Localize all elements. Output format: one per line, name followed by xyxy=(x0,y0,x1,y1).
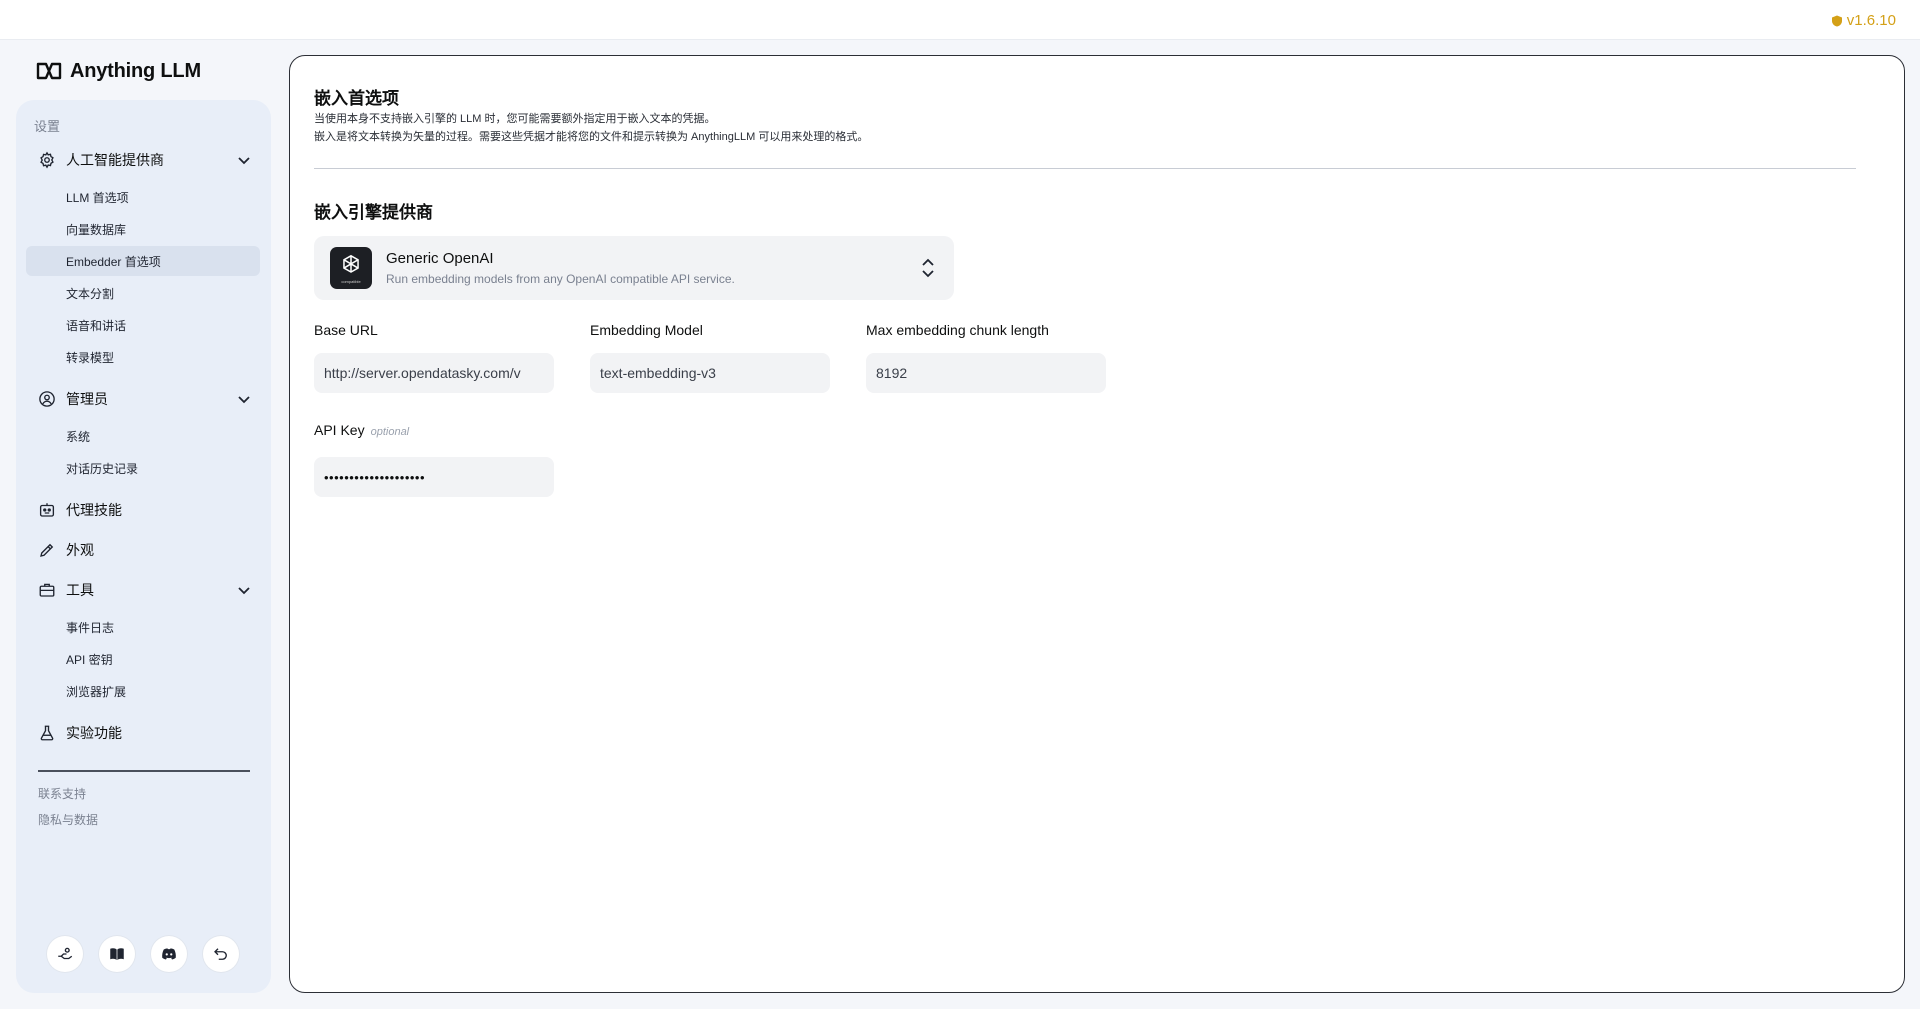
provider-description: Run embedding models from any OpenAI com… xyxy=(386,272,735,286)
sidebar-group-label: 管理员 xyxy=(66,391,108,407)
user-gear-icon xyxy=(39,391,55,407)
sidebar-group-appearance[interactable]: 外观 xyxy=(16,536,271,564)
sidebar-item-system[interactable]: 系统 xyxy=(26,421,260,451)
shield-icon xyxy=(1831,15,1842,26)
logo-caption: compatible xyxy=(341,279,361,284)
sidebar-group-ai-providers[interactable]: 人工智能提供商 xyxy=(16,146,271,174)
page-description: 当使用本身不支持嵌入引擎的 LLM 时，您可能需要额外指定用于嵌入文本的凭据。 … xyxy=(314,110,868,146)
sidebar-group-experimental[interactable]: 实验功能 xyxy=(16,719,271,747)
chevron-down-icon[interactable] xyxy=(237,583,251,597)
toolbox-icon xyxy=(39,583,55,597)
sidebar-divider xyxy=(38,770,250,772)
version-badge: v1.6.10 xyxy=(1831,12,1896,29)
chevron-down-icon[interactable] xyxy=(237,392,251,406)
pencil-icon xyxy=(40,543,54,557)
api-key-label: API Key optional xyxy=(314,422,409,438)
sidebar-group-tools[interactable]: 工具 xyxy=(16,576,271,604)
sidebar-group-label: 代理技能 xyxy=(66,502,122,518)
sidebar-group-label: 人工智能提供商 xyxy=(66,152,164,168)
back-icon xyxy=(214,948,227,960)
page-title: 嵌入首选项 xyxy=(314,89,399,108)
sidebar-group-label: 实验功能 xyxy=(66,725,122,741)
documentation-button[interactable] xyxy=(99,936,135,972)
sidebar-item-event-logs[interactable]: 事件日志 xyxy=(26,612,260,642)
version-text: v1.6.10 xyxy=(1846,12,1896,29)
sidebar-item-vector-database[interactable]: 向量数据库 xyxy=(26,214,260,244)
discord-icon xyxy=(162,948,176,960)
robot-icon xyxy=(39,503,55,517)
sidebar-group-label: 工具 xyxy=(66,582,94,598)
brand-logo[interactable]: Anything LLM xyxy=(36,58,201,84)
book-icon xyxy=(110,948,124,960)
contact-support-link[interactable]: 联系支持 xyxy=(38,785,86,802)
embedding-model-label: Embedding Model xyxy=(590,322,703,338)
brand-name: Anything LLM xyxy=(70,59,201,82)
gear-icon xyxy=(40,151,54,169)
embedding-provider-title: 嵌入引擎提供商 xyxy=(314,203,433,222)
api-key-input[interactable] xyxy=(314,457,554,497)
sidebar-item-llm-preferences[interactable]: LLM 首选项 xyxy=(26,182,260,212)
sidebar-group-label: 外观 xyxy=(66,542,94,558)
openai-icon xyxy=(343,254,359,273)
sidebar-section-title: 设置 xyxy=(34,119,61,134)
privacy-data-link[interactable]: 隐私与数据 xyxy=(38,811,98,828)
anything-llm-logo-icon xyxy=(36,62,62,80)
section-divider xyxy=(314,168,1856,169)
flask-icon xyxy=(40,725,54,741)
sidebar-item-text-splitting[interactable]: 文本分割 xyxy=(26,278,260,308)
community-hub-button[interactable] xyxy=(47,936,83,972)
description-line-2: 嵌入是将文本转换为矢量的过程。需要这些凭据才能将您的文件和提示转换为 Anyth… xyxy=(314,131,869,143)
back-button[interactable] xyxy=(203,936,239,972)
discord-button[interactable] xyxy=(151,936,187,972)
sidebar-item-transcription-model[interactable]: 转录模型 xyxy=(26,342,260,372)
optional-hint: optional xyxy=(370,426,410,438)
base-url-input[interactable] xyxy=(314,353,554,393)
settings-sidebar: 设置 人工智能提供商 LLM 首选项 向量数据库 Embedder 首选项 文本… xyxy=(16,100,271,993)
api-key-label-text: API Key xyxy=(314,422,365,438)
sidebar-item-embedder-preferences[interactable]: Embedder 首选项 xyxy=(26,246,260,276)
sidebar-group-agent-skills[interactable]: 代理技能 xyxy=(16,496,271,524)
sidebar-group-admin[interactable]: 管理员 xyxy=(16,385,271,413)
embedding-model-input[interactable] xyxy=(590,353,830,393)
openai-logo: compatible xyxy=(330,247,372,289)
description-line-1: 当使用本身不支持嵌入引擎的 LLM 时，您可能需要额外指定用于嵌入文本的凭据。 xyxy=(314,113,716,125)
chevron-up-down-icon xyxy=(922,258,934,278)
community-hub-icon xyxy=(58,947,73,960)
max-chunk-length-input[interactable] xyxy=(866,353,1106,393)
base-url-label: Base URL xyxy=(314,322,378,338)
embedder-preferences-panel: 嵌入首选项 当使用本身不支持嵌入引擎的 LLM 时，您可能需要额外指定用于嵌入文… xyxy=(289,55,1905,993)
sidebar-item-voice-speech[interactable]: 语音和讲话 xyxy=(26,310,260,340)
max-chunk-length-label: Max embedding chunk length xyxy=(866,322,1049,338)
provider-name: Generic OpenAI xyxy=(386,250,494,267)
sidebar-item-browser-extension[interactable]: 浏览器扩展 xyxy=(26,676,260,706)
chevron-down-icon[interactable] xyxy=(237,153,251,167)
sidebar-item-chat-history[interactable]: 对话历史记录 xyxy=(26,453,260,483)
embedding-provider-select[interactable]: compatible Generic OpenAI Run embedding … xyxy=(314,236,954,300)
sidebar-item-api-keys[interactable]: API 密钥 xyxy=(26,644,260,674)
top-bar: v1.6.10 xyxy=(0,0,1920,40)
